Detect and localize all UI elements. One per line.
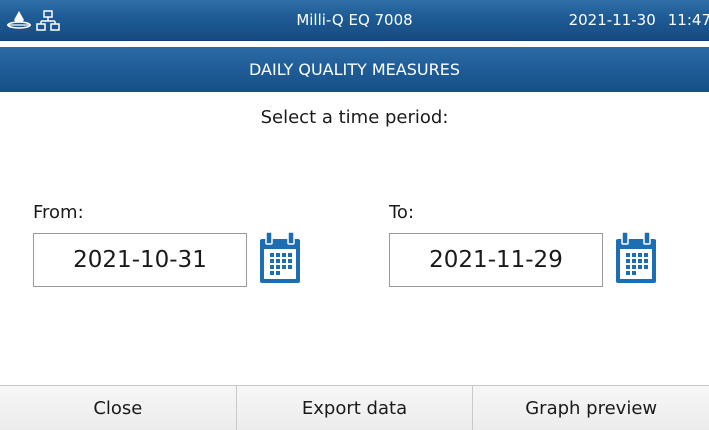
- status-date: 2021-11-30: [568, 11, 656, 29]
- export-data-button[interactable]: Export data: [236, 385, 474, 430]
- from-date-field[interactable]: 2021-10-31: [33, 233, 247, 287]
- calendar-icon: [614, 229, 658, 287]
- close-button[interactable]: Close: [0, 385, 237, 430]
- calendar-icon: [258, 229, 302, 287]
- date-time: 2021-11-30 11:47: [569, 0, 709, 41]
- bottom-action-bar: Close Export data Graph preview: [0, 385, 709, 430]
- from-calendar-button[interactable]: [258, 229, 302, 287]
- to-date-field[interactable]: 2021-11-29: [389, 233, 603, 287]
- from-label: From:: [33, 202, 84, 223]
- screen-title: DAILY QUALITY MEASURES: [0, 47, 709, 92]
- to-calendar-button[interactable]: [614, 229, 658, 287]
- status-time: 11:47: [667, 11, 709, 29]
- time-period-prompt: Select a time period:: [260, 107, 449, 128]
- to-label: To:: [389, 202, 415, 223]
- graph-preview-button[interactable]: Graph preview: [473, 385, 709, 430]
- status-bar: Milli-Q EQ 7008 2021-11-30 11:47: [0, 0, 709, 41]
